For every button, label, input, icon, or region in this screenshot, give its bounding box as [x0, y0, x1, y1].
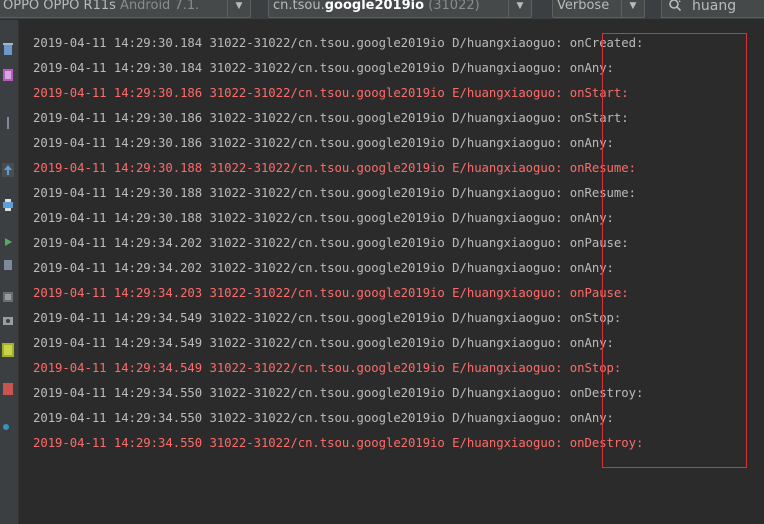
log-level-selector[interactable]: Verbose ▼: [552, 0, 645, 18]
search-value: huang: [692, 0, 737, 14]
stop-icon[interactable]: [2, 382, 14, 396]
log-line-text: 2019-04-11 14:29:30.184 31022-31022/cn.t…: [33, 61, 614, 75]
log-line-text: 2019-04-11 14:29:30.186 31022-31022/cn.t…: [33, 111, 629, 125]
log-line[interactable]: 2019-04-11 14:29:34.202 31022-31022/cn.t…: [33, 231, 629, 256]
log-line-text: 2019-04-11 14:29:34.202 31022-31022/cn.t…: [33, 261, 614, 275]
log-line[interactable]: 2019-04-11 14:29:34.202 31022-31022/cn.t…: [33, 256, 614, 281]
trash-icon[interactable]: [2, 42, 14, 56]
log-line-text: 2019-04-11 14:29:34.203 31022-31022/cn.t…: [33, 286, 629, 300]
log-line[interactable]: 2019-04-11 14:29:34.549 31022-31022/cn.t…: [33, 331, 614, 356]
restart-icon[interactable]: [2, 235, 14, 249]
log-line-text: 2019-04-11 14:29:30.188 31022-31022/cn.t…: [33, 161, 636, 175]
log-line[interactable]: 2019-04-11 14:29:30.184 31022-31022/cn.t…: [33, 56, 614, 81]
log-line[interactable]: 2019-04-11 14:29:34.549 31022-31022/cn.t…: [33, 356, 621, 381]
up-icon[interactable]: [2, 163, 14, 177]
log-line[interactable]: 2019-04-11 14:29:34.203 31022-31022/cn.t…: [33, 281, 629, 306]
log-line[interactable]: 2019-04-11 14:29:30.188 31022-31022/cn.t…: [33, 206, 614, 231]
down-icon[interactable]: [2, 258, 14, 272]
device-selector[interactable]: OPPO OPPO R11s Android 7.1. ▼: [0, 0, 251, 18]
print-icon[interactable]: [2, 198, 14, 212]
soft-wrap-icon[interactable]: [2, 68, 14, 82]
log-line[interactable]: 2019-04-11 14:29:30.186 31022-31022/cn.t…: [33, 131, 614, 156]
log-line[interactable]: 2019-04-11 14:29:34.550 31022-31022/cn.t…: [33, 431, 643, 456]
log-line[interactable]: 2019-04-11 14:29:30.184 31022-31022/cn.t…: [33, 31, 643, 56]
logcat-side-toolbar: [0, 20, 19, 524]
log-line-text: 2019-04-11 14:29:30.188 31022-31022/cn.t…: [33, 186, 636, 200]
scroll-icon[interactable]: [2, 116, 14, 130]
log-line[interactable]: 2019-04-11 14:29:30.188 31022-31022/cn.t…: [33, 156, 636, 181]
log-line[interactable]: 2019-04-11 14:29:34.549 31022-31022/cn.t…: [33, 306, 621, 331]
process-label: cn.tsou.google2019io (31022): [273, 0, 480, 13]
chevron-down-icon[interactable]: ▼: [227, 0, 250, 17]
camera-icon[interactable]: [2, 313, 14, 327]
help-icon[interactable]: [2, 420, 14, 434]
log-line[interactable]: 2019-04-11 14:29:34.550 31022-31022/cn.t…: [33, 406, 614, 431]
log-line-text: 2019-04-11 14:29:30.188 31022-31022/cn.t…: [33, 211, 614, 225]
logcat-output[interactable]: 2019-04-11 14:29:30.184 31022-31022/cn.t…: [19, 20, 764, 524]
log-line-text: 2019-04-11 14:29:34.550 31022-31022/cn.t…: [33, 386, 644, 400]
android-icon[interactable]: [2, 343, 14, 357]
chevron-down-icon[interactable]: ▼: [508, 0, 531, 17]
device-label: OPPO OPPO R11s Android 7.1.: [3, 0, 200, 13]
log-line-text: 2019-04-11 14:29:30.186 31022-31022/cn.t…: [33, 136, 614, 150]
search-input[interactable]: huang: [661, 0, 764, 18]
log-line-text: 2019-04-11 14:29:30.186 31022-31022/cn.t…: [33, 86, 629, 100]
log-line[interactable]: 2019-04-11 14:29:30.186 31022-31022/cn.t…: [33, 106, 629, 131]
chevron-down-icon[interactable]: ▼: [621, 0, 644, 17]
log-line-text: 2019-04-11 14:29:34.549 31022-31022/cn.t…: [33, 336, 614, 350]
logcat-toolbar: OPPO OPPO R11s Android 7.1. ▼ cn.tsou.go…: [0, 0, 764, 20]
log-line-text: 2019-04-11 14:29:30.184 31022-31022/cn.t…: [33, 36, 644, 50]
log-line-text: 2019-04-11 14:29:34.549 31022-31022/cn.t…: [33, 311, 622, 325]
log-line[interactable]: 2019-04-11 14:29:30.188 31022-31022/cn.t…: [33, 181, 636, 206]
screenshot-icon[interactable]: [2, 290, 14, 304]
log-line[interactable]: 2019-04-11 14:29:30.186 31022-31022/cn.t…: [33, 81, 629, 106]
log-line-text: 2019-04-11 14:29:34.202 31022-31022/cn.t…: [33, 236, 629, 250]
log-line-text: 2019-04-11 14:29:34.550 31022-31022/cn.t…: [33, 411, 614, 425]
log-line-text: 2019-04-11 14:29:34.549 31022-31022/cn.t…: [33, 361, 622, 375]
log-line-text: 2019-04-11 14:29:34.550 31022-31022/cn.t…: [33, 436, 644, 450]
log-level-label: Verbose: [557, 0, 610, 13]
process-selector[interactable]: cn.tsou.google2019io (31022) ▼: [268, 0, 532, 18]
log-line[interactable]: 2019-04-11 14:29:34.550 31022-31022/cn.t…: [33, 381, 643, 406]
